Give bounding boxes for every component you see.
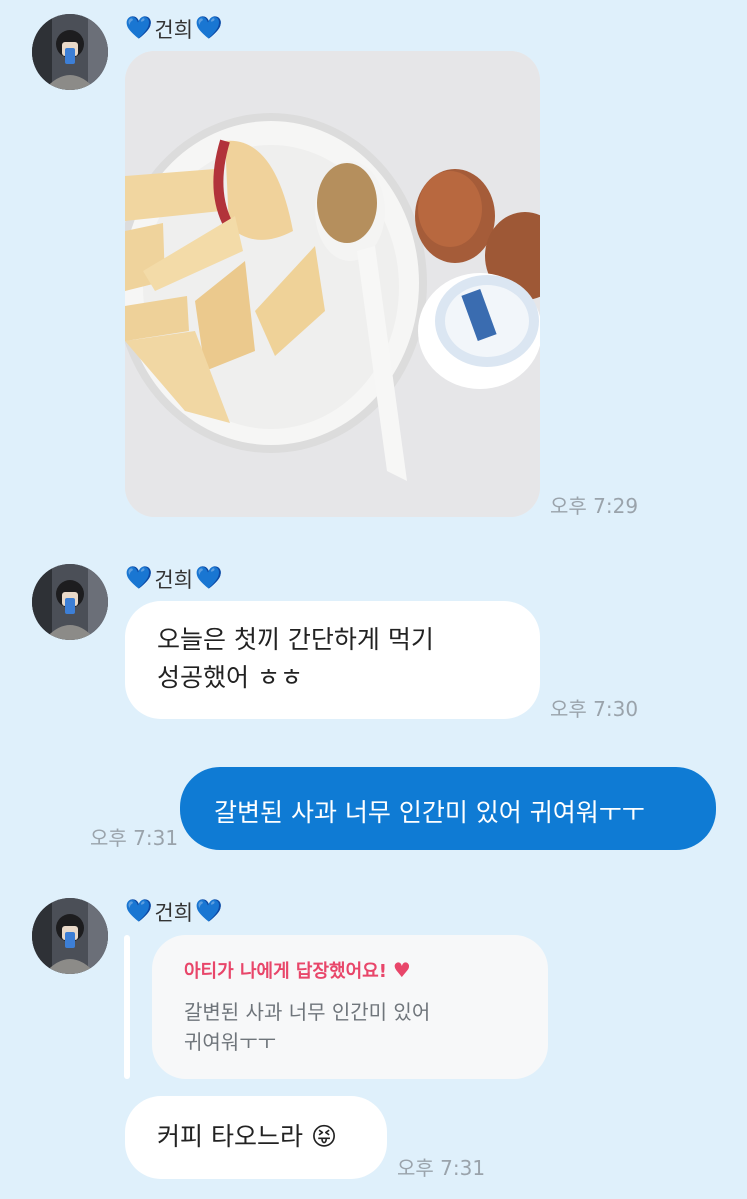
meal-photo[interactable]	[125, 51, 540, 517]
message-bubble[interactable]: 커피 타오느라 😝	[125, 1096, 387, 1179]
message-text: 커피 타오느라 😝	[157, 1118, 337, 1156]
timestamp: 오후 7:31	[90, 826, 179, 850]
tongue-wink-emoji-icon: 😝	[310, 1122, 338, 1151]
avatar[interactable]	[32, 14, 108, 90]
message-text: 갈변된 사과 너무 인간미 있어 귀여워ㅜㅜ	[214, 798, 645, 827]
message-bubble[interactable]: 오늘은 첫끼 간단하게 먹기 성공했어 ㅎㅎ	[125, 601, 540, 719]
blue-heart-icon: 💙	[125, 566, 153, 591]
blue-heart-icon: 💙	[195, 16, 223, 41]
sender-name: 💙 건희 💙	[125, 16, 223, 43]
reply-title: 아티가 나에게 답장했어요! ♥	[184, 958, 411, 982]
blue-heart-icon: 💙	[125, 899, 153, 924]
avatar[interactable]	[32, 564, 108, 640]
quoted-message: 갈변된 사과 너무 인간미 있어 귀여워ㅜㅜ	[184, 1000, 431, 1054]
outgoing-message-bubble[interactable]: 갈변된 사과 너무 인간미 있어 귀여워ㅜㅜ	[180, 767, 716, 850]
reply-quote-box[interactable]: 아티가 나에게 답장했어요! ♥ 갈변된 사과 너무 인간미 있어 귀여워ㅜㅜ	[152, 935, 548, 1079]
message-text: 오늘은 첫끼 간단하게 먹기 성공했어 ㅎㅎ	[157, 625, 434, 692]
blue-heart-icon: 💙	[195, 566, 223, 591]
timestamp: 오후 7:29	[550, 494, 639, 518]
reply-indicator-line	[124, 935, 130, 1079]
sender-name: 💙 건희 💙	[125, 899, 223, 926]
timestamp: 오후 7:31	[397, 1156, 486, 1180]
sender-name: 💙 건희 💙	[125, 566, 223, 593]
blue-heart-icon: 💙	[195, 899, 223, 924]
avatar[interactable]	[32, 898, 108, 974]
blue-heart-icon: 💙	[125, 16, 153, 41]
timestamp: 오후 7:30	[550, 697, 639, 721]
heart-icon: ♥	[392, 958, 411, 982]
